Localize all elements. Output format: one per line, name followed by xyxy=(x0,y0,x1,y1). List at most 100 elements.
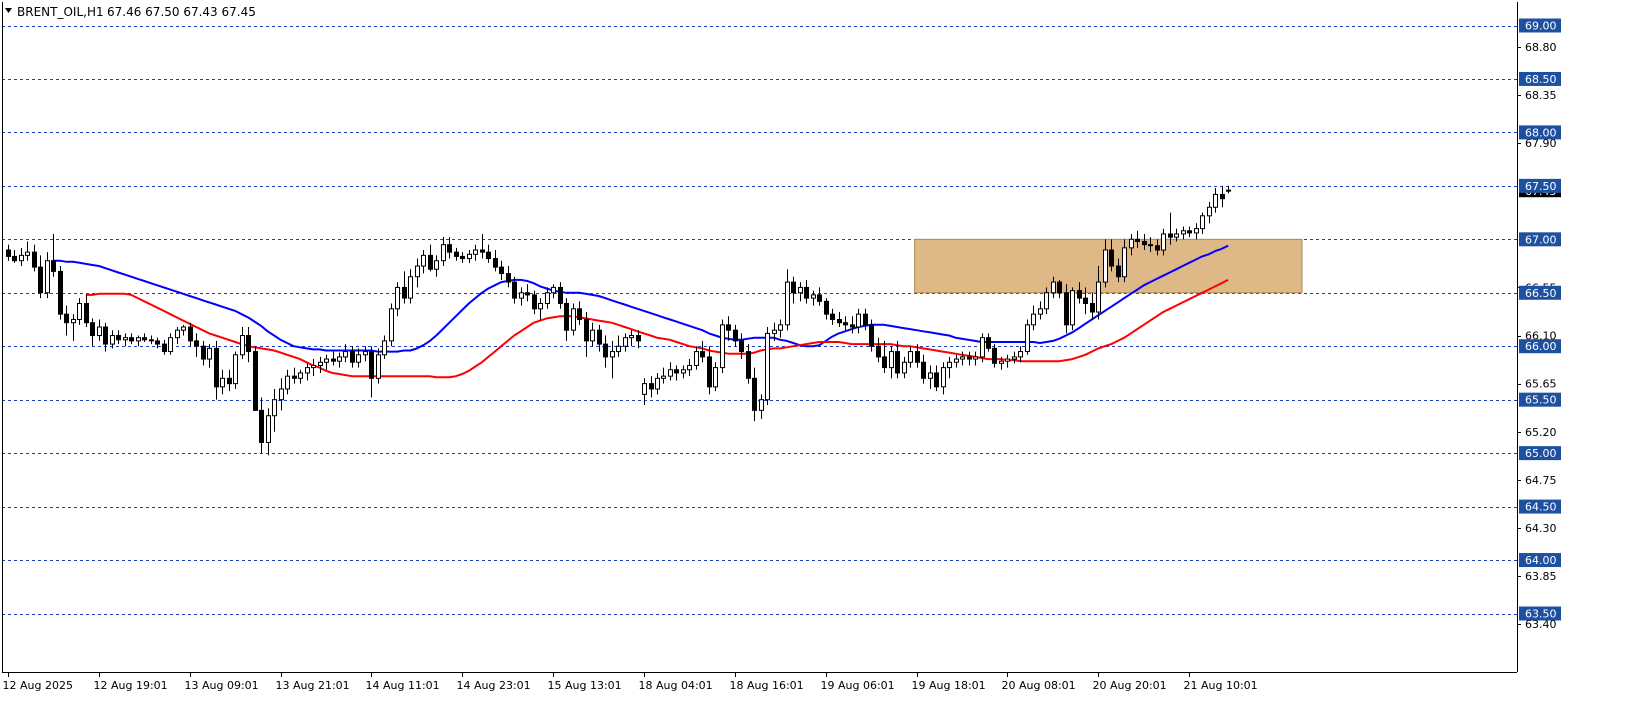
candle-body-bear xyxy=(1226,189,1231,192)
price-zone xyxy=(914,238,1303,294)
candle-body-bull xyxy=(1070,290,1075,326)
candle-body-bear xyxy=(837,319,842,324)
level-price-label: 66.50 xyxy=(1525,287,1557,300)
candle-body-bear xyxy=(1148,244,1153,247)
candle-body-bull xyxy=(110,335,115,345)
chart-svg[interactable]: 68.8068.3567.9066.5566.1065.6565.2064.75… xyxy=(0,0,1651,702)
candle-body-bear xyxy=(1064,292,1069,326)
candle-body-bear xyxy=(369,351,374,379)
candle-body-bull xyxy=(207,347,212,360)
candle-body-bear xyxy=(292,375,297,379)
candle xyxy=(58,266,63,320)
candle-body-bull xyxy=(272,399,277,417)
candle-body-bull xyxy=(947,361,952,369)
candle-body-bull xyxy=(1161,233,1166,251)
candle-body-bull xyxy=(434,260,439,270)
chart[interactable]: 68.8068.3567.9066.5566.1065.6565.2064.75… xyxy=(0,0,1651,702)
level-price-label: 63.50 xyxy=(1525,608,1557,621)
candle-body-bear xyxy=(155,340,160,345)
candle-body-bull xyxy=(408,276,413,299)
candle-body-bull xyxy=(311,364,316,369)
time-tick-label: 20 Aug 08:01 xyxy=(1002,679,1076,692)
candle-body-bull xyxy=(902,361,907,374)
candle-body-bull xyxy=(571,308,576,331)
candle-body-bull xyxy=(363,351,368,356)
candle-body-bull xyxy=(376,354,381,379)
candle-body-bear xyxy=(739,340,744,353)
candle-body-bull xyxy=(999,360,1004,364)
candle-body-bear xyxy=(876,345,881,358)
candle-body-bull xyxy=(765,332,770,401)
candle-body-bear xyxy=(843,322,848,326)
candle-body-bull xyxy=(928,372,933,379)
candle-body-bear xyxy=(863,313,868,326)
candle-body-bear xyxy=(246,335,251,353)
candle-body-bear xyxy=(227,377,232,385)
candle xyxy=(1070,287,1075,331)
level-price-label: 64.00 xyxy=(1525,554,1557,567)
candle-body-bear xyxy=(194,340,199,347)
candle-body-bull xyxy=(45,260,50,294)
candle-body-bear xyxy=(752,377,757,411)
candle-body-bear xyxy=(116,335,121,341)
candle-body-bear xyxy=(129,337,134,342)
candle-body-bear xyxy=(649,383,654,390)
chart-header: BRENT_OIL,H1 67.46 67.50 67.43 67.45 xyxy=(5,5,256,19)
candle-body-bull xyxy=(25,251,30,256)
candle-body-bull xyxy=(778,324,783,331)
candle-body-bull xyxy=(616,345,621,353)
candle-body-bear xyxy=(558,286,563,304)
candle-body-bear xyxy=(804,286,809,299)
candle-body-bull xyxy=(1207,206,1212,217)
candle-body-bull xyxy=(590,329,595,342)
candle-body-bear xyxy=(331,358,336,362)
time-tick-label: 19 Aug 18:01 xyxy=(912,679,986,692)
level-price-label: 68.00 xyxy=(1525,126,1557,139)
candle-body-bull xyxy=(1213,193,1218,208)
candle-body-bear xyxy=(12,255,17,262)
candle-body-bear xyxy=(32,251,37,268)
candle xyxy=(389,303,394,347)
candle-body-bear xyxy=(700,351,705,358)
price-tick-label: 68.80 xyxy=(1525,41,1557,54)
candle-body-bear xyxy=(850,324,855,328)
candle-body-bull xyxy=(136,337,141,342)
candle-body-bear xyxy=(1187,230,1192,234)
candle-body-bear xyxy=(1116,265,1121,278)
time-tick-label: 13 Aug 09:01 xyxy=(185,679,259,692)
level-price-label: 69.00 xyxy=(1525,20,1557,33)
candle-body-bear xyxy=(480,249,485,253)
candle-body-bull xyxy=(538,302,543,310)
candle-body-bear xyxy=(636,335,641,342)
candle-body-bear xyxy=(506,273,511,283)
candle-body-bear xyxy=(499,266,504,275)
candle-body-bull xyxy=(123,337,128,341)
candle xyxy=(765,326,770,406)
candle-body-bull xyxy=(759,399,764,411)
candle-body-bear xyxy=(1109,249,1114,267)
candle-body-bull xyxy=(811,294,816,299)
level-price-label: 67.00 xyxy=(1525,233,1557,246)
candle-body-bull xyxy=(545,292,550,304)
candle-body-bull xyxy=(889,351,894,369)
candle-body-bull xyxy=(441,244,446,262)
candle-body-bear xyxy=(428,254,433,270)
candle-body-bull xyxy=(1122,247,1127,278)
candle-body-bear xyxy=(532,294,537,310)
candle-body-bull xyxy=(1025,324,1030,353)
candle-body-bear xyxy=(733,329,738,342)
candle-body-bull xyxy=(681,369,686,374)
candle-body-bear xyxy=(746,351,751,379)
candle-body-bull xyxy=(473,249,478,255)
candle-body-bull xyxy=(941,367,946,388)
candle-body-bear xyxy=(142,337,147,341)
level-price-label: 65.50 xyxy=(1525,394,1557,407)
candle-body-bull xyxy=(415,265,420,278)
candle-body-bull xyxy=(1044,292,1049,310)
candle-body-bear xyxy=(486,251,491,260)
candle-body-bear xyxy=(584,319,589,342)
candle-body-bear xyxy=(1083,297,1088,304)
candle-body-bull xyxy=(1031,313,1036,326)
candle-body-bear xyxy=(707,356,712,388)
candle-body-bull xyxy=(1194,228,1199,234)
